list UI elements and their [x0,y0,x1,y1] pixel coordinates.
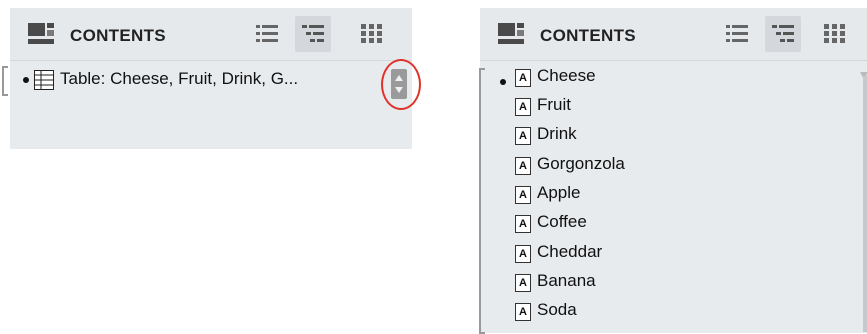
list-view-icon [726,25,748,42]
text-field-icon: A [515,186,531,204]
selection-bracket [2,66,8,96]
grid-view-icon [361,24,382,43]
list-item-label: Drink [537,124,577,143]
text-field-icon: A [515,98,531,116]
text-field-icon: A [515,245,531,263]
list-item-label: Coffee [537,212,587,231]
contents-panel-icon [28,23,54,45]
grid-view-button[interactable] [354,16,390,52]
contents-panel-collapsed: CONTENTS Table: Cheese, Fruit, Drink, G.… [2,8,421,149]
text-field-icon: A [515,157,531,175]
list-item-label: Fruit [537,95,571,114]
outline-view-icon [302,25,324,42]
panel-title: CONTENTS [540,26,636,45]
text-field-icon: A [515,127,531,145]
panel-title: CONTENTS [70,26,166,45]
text-field-icon: A [515,215,531,233]
outline-view-button[interactable] [765,16,801,52]
contents-panel-expanded: CONTENTS A Cheese A Fruit A Drink A Gorg… [479,8,867,334]
panel-header: CONTENTS [10,8,412,61]
table-icon [34,70,54,90]
text-field-icon: A [515,274,531,292]
highlight-circle [381,59,421,110]
list-item-label: Cheddar [537,242,603,261]
panel-header: CONTENTS [480,8,867,61]
outline-view-button[interactable] [295,16,331,52]
text-field-icon: A [515,69,531,87]
selection-bracket [479,68,485,334]
contents-panel-icon [498,23,524,45]
row-bullet [23,77,29,83]
outline-view-icon [772,25,794,42]
list-item-label: Soda [537,300,577,319]
text-field-icon: A [515,303,531,321]
grid-view-button[interactable] [817,16,853,52]
list-item-label: Cheese [537,66,596,85]
grid-view-icon [824,24,845,43]
scrollbar-track[interactable] [863,76,867,332]
table-item-label[interactable]: Table: Cheese, Fruit, Drink, G... [60,69,298,89]
list-item-label: Apple [537,183,581,202]
row-bullet [500,79,506,85]
list-view-button[interactable] [249,16,285,52]
list-view-icon [256,25,278,42]
list-view-button[interactable] [719,16,755,52]
list-item-label: Banana [537,271,596,290]
list-item-label: Gorgonzola [537,154,625,173]
